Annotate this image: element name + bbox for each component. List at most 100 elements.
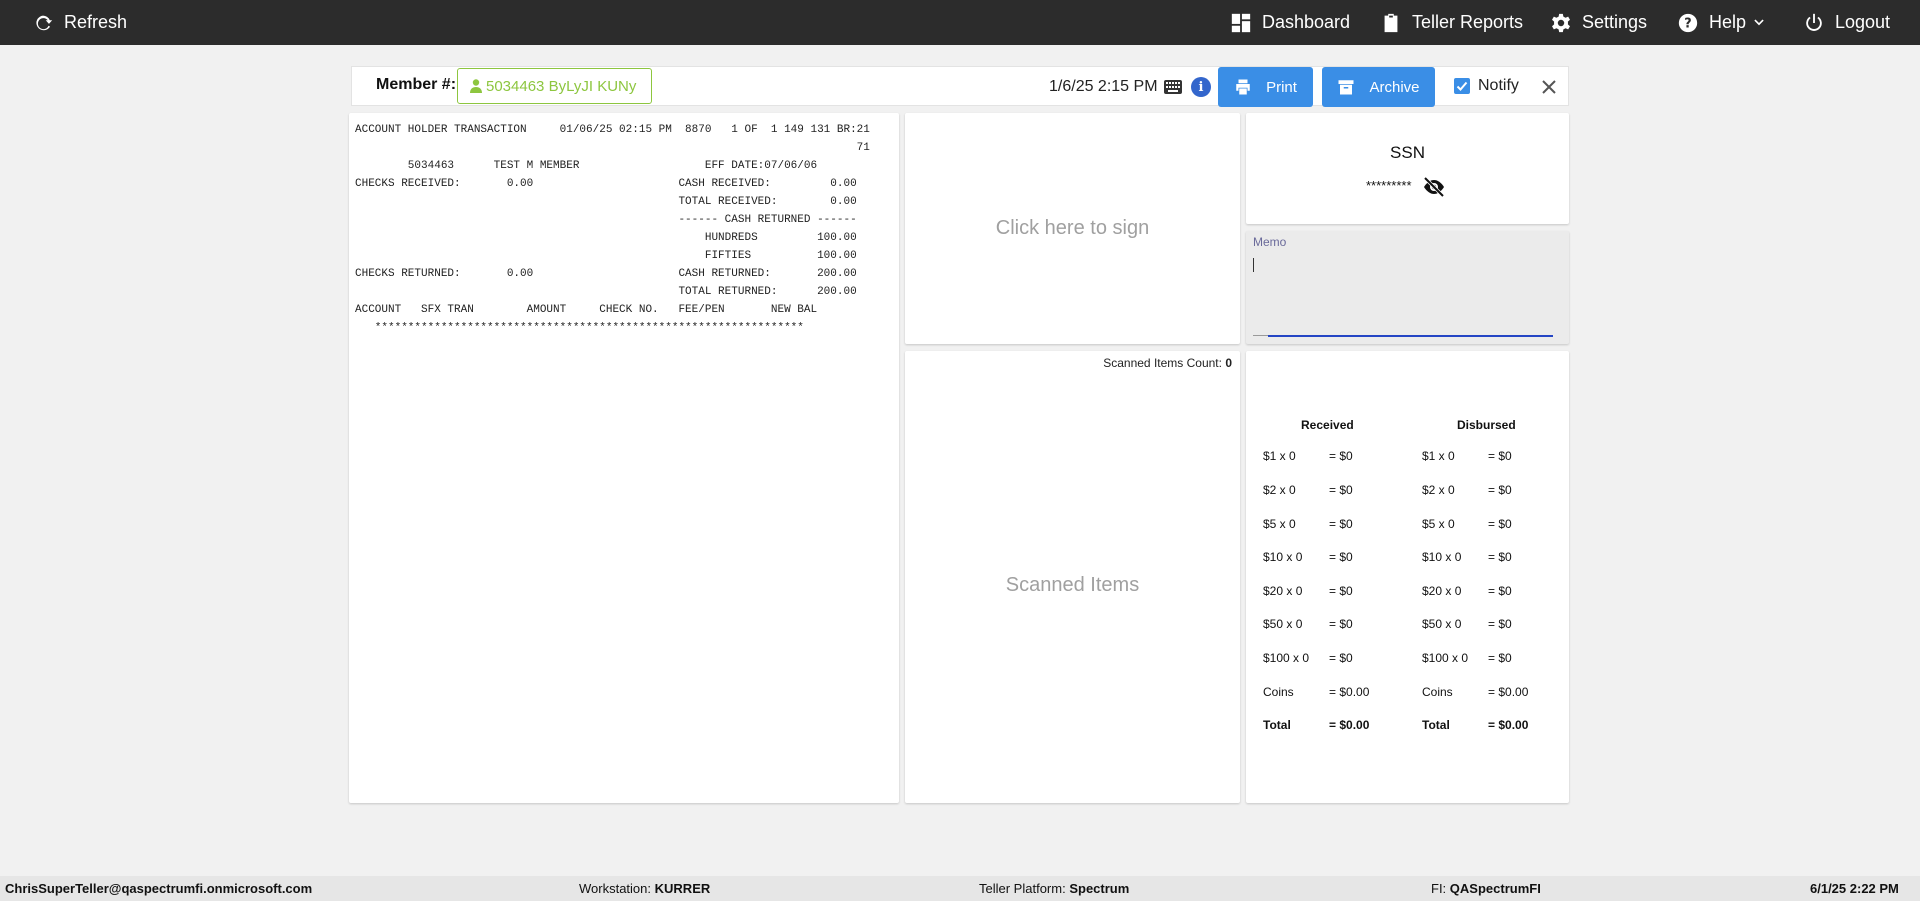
info-icon[interactable]: i bbox=[1191, 77, 1211, 97]
refresh-button[interactable]: Refresh bbox=[32, 0, 127, 45]
denom-value: = $0 bbox=[1329, 651, 1353, 665]
member-button[interactable]: 5034463 ByLyJI KUNy bbox=[457, 68, 652, 104]
member-label: Member #: bbox=[376, 76, 457, 93]
denom-label: $10 x 0 bbox=[1422, 550, 1462, 564]
footer-platform-value: Spectrum bbox=[1069, 881, 1130, 896]
memo-field: Memo bbox=[1246, 231, 1569, 344]
denom-label: Coins bbox=[1263, 685, 1294, 699]
member-value: 5034463 ByLyJI KUNy bbox=[486, 77, 637, 95]
nav-help-dropdown[interactable]: ? Help bbox=[1677, 0, 1766, 45]
footer-platform: Teller Platform: Spectrum bbox=[979, 881, 1129, 896]
transaction-datetime: 1/6/25 2:15 PM bbox=[1049, 78, 1158, 95]
receipt-line: ****************************************… bbox=[355, 322, 804, 334]
receipt-line: HUNDREDS 100.00 bbox=[355, 232, 857, 244]
footer-platform-label: Teller Platform: bbox=[979, 881, 1066, 896]
scanned-count-value: 0 bbox=[1225, 356, 1232, 370]
ssn-title: SSN bbox=[1390, 143, 1425, 162]
receipt-line: CHECKS RETURNED: 0.00 CASH RETURNED: 200… bbox=[355, 268, 857, 280]
denom-label: $5 x 0 bbox=[1422, 517, 1455, 531]
denom-value: = $0.00 bbox=[1329, 718, 1370, 732]
denom-value: = $0 bbox=[1488, 584, 1512, 598]
nav-dashboard-label: Dashboard bbox=[1262, 12, 1351, 32]
denom-label: $100 x 0 bbox=[1263, 651, 1310, 665]
print-button[interactable]: Print bbox=[1218, 67, 1313, 107]
footer-fi-label: FI: bbox=[1431, 881, 1447, 896]
close-icon[interactable] bbox=[1539, 77, 1559, 97]
denom-value: = $0 bbox=[1488, 617, 1512, 631]
receipt-line: ------ CASH RETURNED ------ bbox=[355, 214, 857, 226]
chevron-down-icon bbox=[1754, 19, 1764, 25]
denom-value: = $0 bbox=[1329, 517, 1353, 531]
footer-user: ChrisSuperTeller@qaspectrumfi.onmicrosof… bbox=[5, 881, 312, 896]
signature-pad[interactable]: Click here to sign bbox=[905, 113, 1240, 344]
denom-value: = $0 bbox=[1329, 483, 1353, 497]
denom-value: = $0.00 bbox=[1329, 685, 1370, 699]
nav-help-label: Help bbox=[1709, 12, 1747, 32]
scanned-count-label: Scanned Items Count: bbox=[1103, 356, 1222, 370]
archive-button[interactable]: Archive bbox=[1322, 67, 1435, 107]
receipt-line: TOTAL RECEIVED: 0.00 bbox=[355, 196, 857, 208]
denom-value: = $0 bbox=[1488, 651, 1512, 665]
footer-user-value: ChrisSuperTeller@qaspectrumfi.onmicrosof… bbox=[5, 881, 313, 896]
footer-datetime: 6/1/25 2:22 PM bbox=[1810, 881, 1899, 896]
receipt-text: ACCOUNT HOLDER TRANSACTION 01/06/25 02:1… bbox=[349, 113, 899, 345]
status-footer: ChrisSuperTeller@qaspectrumfi.onmicrosof… bbox=[0, 876, 1920, 901]
power-icon bbox=[1806, 13, 1822, 31]
receipt-line: TOTAL RETURNED: 200.00 bbox=[355, 286, 857, 298]
ssn-panel: SSN ********* bbox=[1246, 113, 1569, 224]
denom-value: = $0 bbox=[1329, 617, 1353, 631]
text-caret bbox=[1253, 258, 1254, 272]
footer-workstation: Workstation: KURRER bbox=[579, 881, 710, 896]
receipt-line: 5034463 TEST M MEMBER EFF DATE:07/06/06 bbox=[355, 160, 818, 172]
eye-off-icon[interactable] bbox=[1422, 177, 1446, 197]
footer-workstation-value: KURRER bbox=[654, 881, 711, 896]
denom-label: $2 x 0 bbox=[1263, 483, 1296, 497]
svg-text:?: ? bbox=[1684, 16, 1691, 31]
denom-label: Total bbox=[1263, 718, 1291, 732]
scanned-items-count: Scanned Items Count: 0 bbox=[1103, 356, 1232, 370]
denom-label: $50 x 0 bbox=[1263, 617, 1303, 631]
gear-icon bbox=[1552, 13, 1570, 32]
cash-denomination-panel: Received $1 x 0 = $0 $2 x 0 = $0 $5 x 0 = $… bbox=[1246, 351, 1569, 803]
notify-checkbox[interactable]: Notify bbox=[1454, 77, 1519, 95]
clipboard-icon bbox=[1384, 13, 1398, 32]
receipt-line: ACCOUNT SFX TRAN AMOUNT CHECK NO. FEE/PE… bbox=[355, 304, 818, 316]
denom-value: = $0 bbox=[1488, 550, 1512, 564]
denom-value: = $0 bbox=[1329, 584, 1353, 598]
denom-value: = $0 bbox=[1329, 550, 1353, 564]
nav-logout-label: Logout bbox=[1835, 12, 1891, 32]
denom-value: = $0 bbox=[1488, 449, 1512, 463]
archive-label: Archive bbox=[1369, 78, 1420, 96]
scanned-items-placeholder: Scanned Items bbox=[1005, 574, 1140, 596]
denom-label: $50 x 0 bbox=[1422, 617, 1462, 631]
receipt-line: 71 bbox=[355, 142, 870, 154]
nav-dashboard[interactable]: Dashboard bbox=[1230, 0, 1350, 45]
footer-fi-value: QASpectrumFI bbox=[1449, 881, 1541, 896]
printer-icon bbox=[1236, 79, 1250, 95]
memo-input[interactable] bbox=[1253, 253, 1559, 333]
denom-label: $20 x 0 bbox=[1422, 584, 1462, 598]
notify-label: Notify bbox=[1478, 77, 1519, 94]
footer-datetime-value: 6/1/25 2:22 PM bbox=[1810, 881, 1899, 896]
user-icon bbox=[470, 79, 482, 93]
help-icon: ? bbox=[1678, 13, 1698, 32]
nav-logout[interactable]: Logout bbox=[1803, 0, 1890, 45]
denom-value: = $0 bbox=[1488, 483, 1512, 497]
nav-teller-reports[interactable]: Teller Reports bbox=[1380, 0, 1523, 45]
refresh-label: Refresh bbox=[64, 12, 128, 32]
received-header: Received bbox=[1301, 418, 1354, 432]
receipt-line: CHECKS RECEIVED: 0.00 CASH RECEIVED: 0.0… bbox=[355, 178, 857, 190]
denom-label: $1 x 0 bbox=[1422, 449, 1455, 463]
denom-label: $2 x 0 bbox=[1422, 483, 1455, 497]
denom-label: $20 x 0 bbox=[1263, 584, 1303, 598]
denom-label: $1 x 0 bbox=[1263, 449, 1296, 463]
denom-value: = $0 bbox=[1329, 449, 1353, 463]
memo-label: Memo bbox=[1253, 235, 1287, 249]
signature-placeholder: Click here to sign bbox=[995, 217, 1150, 239]
denom-label: $10 x 0 bbox=[1263, 550, 1303, 564]
top-navigation-bar: Refresh Dashboard Teller Reports Setting… bbox=[0, 0, 1920, 45]
denom-label: Total bbox=[1422, 718, 1450, 732]
nav-settings[interactable]: Settings bbox=[1550, 0, 1647, 45]
transaction-header: Member #: 5034463 ByLyJI KUNy 1/6/25 2:1… bbox=[351, 66, 1569, 107]
keyboard-icon[interactable] bbox=[1164, 80, 1182, 94]
